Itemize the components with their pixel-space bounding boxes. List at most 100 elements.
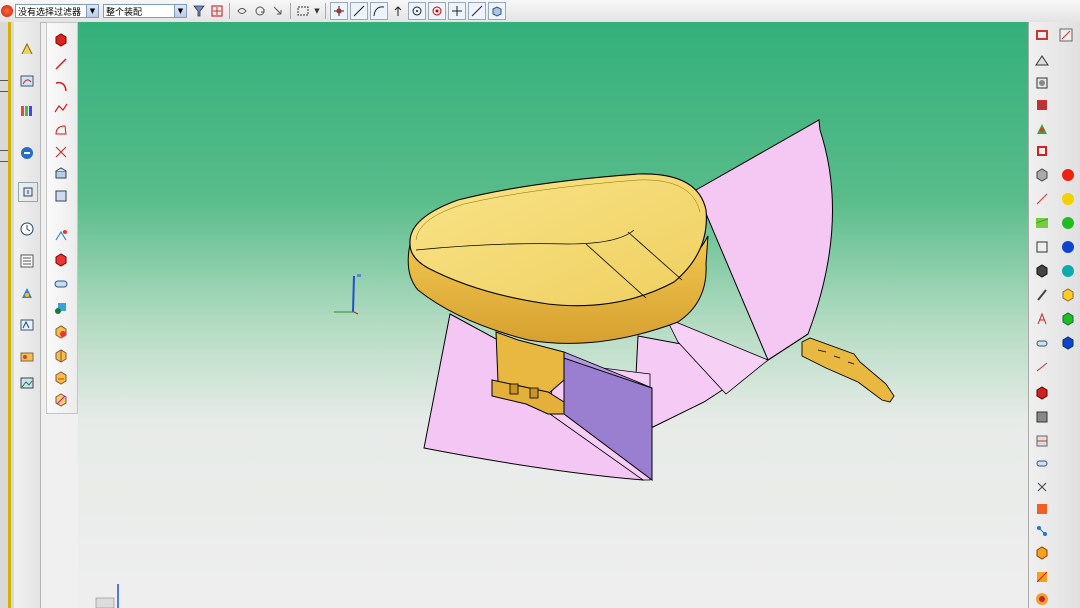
assembly-scope-value: 整个装配 [106, 7, 143, 18]
line-tool-icon[interactable] [1033, 190, 1051, 208]
network-icon[interactable] [1033, 522, 1051, 540]
line-icon[interactable] [350, 2, 368, 20]
studio-icon[interactable] [1033, 142, 1051, 160]
boolean-icon[interactable] [52, 369, 70, 387]
yellow-cube-icon[interactable] [1059, 286, 1077, 304]
cross-icon[interactable] [448, 2, 466, 20]
dock-tab-icon[interactable] [0, 80, 8, 92]
history-icon[interactable] [18, 220, 36, 238]
block-icon[interactable] [52, 31, 70, 49]
offset-icon[interactable] [52, 121, 70, 139]
part-icon[interactable] [18, 102, 36, 120]
app-logo-icon [1, 5, 13, 17]
curve-icon[interactable] [370, 2, 388, 20]
select-box-icon[interactable] [295, 3, 311, 19]
dock-marker [8, 22, 11, 608]
left-edge-strip [0, 22, 15, 608]
trim-icon[interactable] [52, 143, 70, 161]
orange-cube-icon[interactable] [1033, 544, 1051, 562]
arrow-up-icon[interactable] [390, 3, 406, 19]
brush-icon[interactable] [1033, 286, 1051, 304]
yellow-color-icon[interactable] [1059, 190, 1077, 208]
view-icon[interactable] [18, 182, 38, 202]
blue-color-icon[interactable] [1059, 238, 1077, 256]
texture-icon[interactable] [1033, 120, 1051, 138]
circle-icon[interactable] [408, 2, 426, 20]
spline-icon[interactable] [52, 99, 70, 117]
chevron-down-icon[interactable]: ▼ [313, 3, 321, 19]
measure-icon[interactable] [18, 144, 36, 162]
fillet-icon[interactable] [52, 165, 70, 183]
model-canvas[interactable] [78, 22, 1028, 608]
wireframe-icon[interactable] [1033, 74, 1051, 92]
light-icon[interactable] [1033, 334, 1051, 352]
assembly-icon[interactable] [18, 284, 36, 302]
shade-icon[interactable] [1033, 52, 1051, 70]
graphics-viewport[interactable] [78, 22, 1028, 608]
arc-icon[interactable] [52, 77, 70, 95]
blue-cube-icon[interactable] [1059, 334, 1077, 352]
zoom-icon[interactable] [270, 3, 286, 19]
green-color-icon[interactable] [1059, 214, 1077, 232]
cube-icon[interactable] [488, 2, 506, 20]
gray-box-icon[interactable] [1033, 408, 1051, 426]
toolbar-separator [290, 3, 291, 19]
frame-icon[interactable] [1033, 238, 1051, 256]
section-icon[interactable] [1033, 26, 1051, 44]
swatch-icon[interactable] [1033, 568, 1051, 586]
red-color-icon[interactable] [1059, 166, 1077, 184]
curve-tool-icon[interactable] [18, 72, 36, 90]
rotate-icon[interactable] [252, 3, 268, 19]
rail-bracket[interactable] [801, 337, 895, 403]
layers-icon[interactable] [18, 252, 36, 270]
close-icon[interactable] [1033, 478, 1051, 496]
diagonal-icon[interactable] [468, 2, 486, 20]
snap-icon[interactable] [209, 3, 225, 19]
capsule-icon[interactable] [1033, 454, 1051, 472]
panel-icon[interactable] [1033, 432, 1051, 450]
edit-icon[interactable] [1057, 26, 1075, 44]
revolve-icon[interactable] [52, 299, 70, 317]
left-resource-toolbar [14, 22, 41, 608]
hidden-line-icon[interactable] [1033, 96, 1051, 114]
sketch-icon[interactable] [18, 40, 36, 58]
line-icon[interactable] [52, 55, 70, 73]
right-render-toolbar [1028, 22, 1080, 608]
extrude-icon[interactable] [52, 275, 70, 293]
dark-cube-icon[interactable] [1033, 262, 1051, 280]
render-icon[interactable] [18, 348, 36, 366]
datum-triad [334, 274, 361, 315]
wcs-triad [95, 584, 119, 608]
pattern-icon[interactable] [52, 227, 70, 245]
clamp-slot [529, 387, 539, 399]
pink-sheet-right[interactable] [695, 119, 833, 361]
chevron-down-icon[interactable]: ▼ [174, 5, 186, 17]
green-cube-icon[interactable] [1059, 310, 1077, 328]
export-icon[interactable] [1033, 500, 1051, 518]
undo-icon[interactable] [234, 3, 250, 19]
cyan-color-icon[interactable] [1059, 262, 1077, 280]
point-icon[interactable] [428, 2, 446, 20]
color-icon[interactable] [18, 316, 36, 334]
select-filter-icon[interactable] [191, 3, 207, 19]
selection-filter-combo[interactable]: 没有选择过滤器 ▼ [15, 4, 99, 18]
chamfer-icon[interactable] [52, 187, 70, 205]
mirror-icon[interactable] [52, 251, 70, 269]
camera-icon[interactable] [1033, 358, 1051, 376]
record-icon[interactable] [1033, 590, 1051, 608]
assembly-scope-combo[interactable]: 整个装配 ▼ [103, 4, 187, 18]
snap-point-icon[interactable] [330, 2, 348, 20]
selection-filter-value: 没有选择过滤器 [18, 7, 82, 18]
sweep-icon[interactable] [52, 323, 70, 341]
sew-icon[interactable] [52, 391, 70, 409]
dock-tab-icon[interactable] [0, 150, 8, 162]
chevron-down-icon[interactable]: ▼ [86, 5, 98, 17]
top-toolbar: 没有选择过滤器 ▼ 整个装配 ▼ ▼ [0, 0, 1080, 23]
scene-icon[interactable] [1033, 384, 1051, 402]
material-icon[interactable] [1033, 166, 1051, 184]
landscape-icon[interactable] [1033, 214, 1051, 232]
shell-icon[interactable] [52, 347, 70, 365]
text-icon[interactable] [1033, 310, 1051, 328]
toolbar-separator [325, 3, 326, 19]
image-icon[interactable] [18, 374, 36, 392]
